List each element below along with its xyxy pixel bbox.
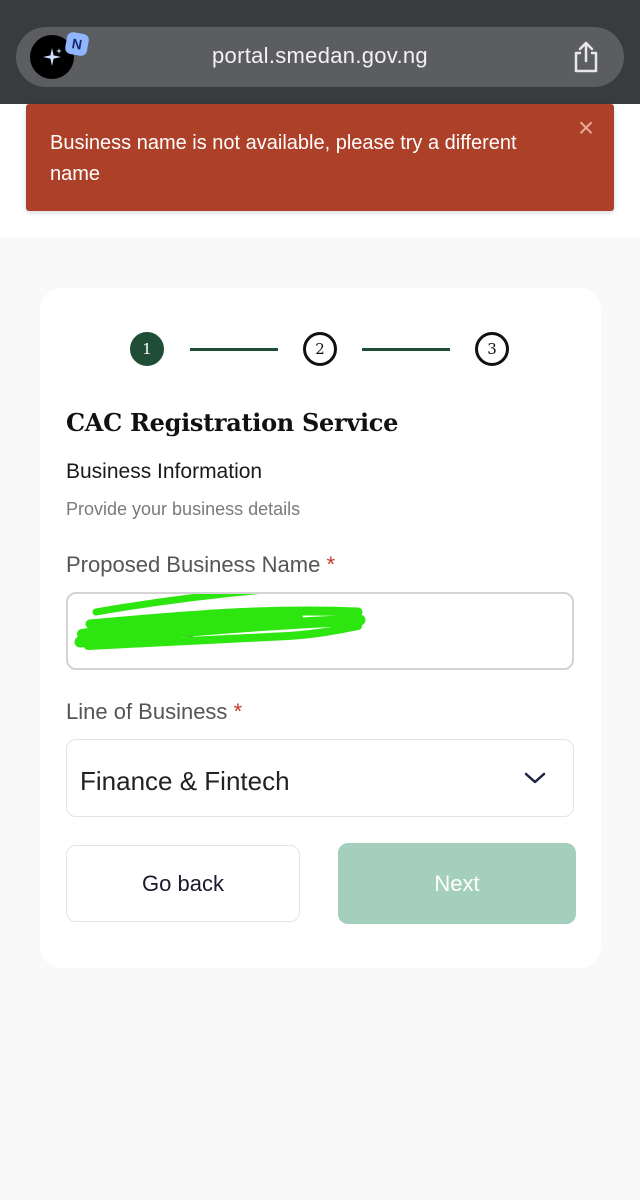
browser-bar: N portal.smedan.gov.ng xyxy=(0,0,640,104)
required-mark: * xyxy=(233,699,243,724)
step-connector xyxy=(190,348,278,351)
registration-card: 1 2 3 CAC Registration Service Business … xyxy=(40,288,601,968)
step-2: 2 xyxy=(303,332,337,366)
url-text[interactable]: portal.smedan.gov.ng xyxy=(16,43,624,69)
address-bar[interactable]: N portal.smedan.gov.ng xyxy=(16,27,624,87)
business-name-input[interactable]: A Ventures xyxy=(66,592,574,670)
section-helper: Provide your business details xyxy=(66,499,301,519)
redaction-scribble xyxy=(74,594,366,650)
step-1: 1 xyxy=(130,332,164,366)
close-icon[interactable]: × xyxy=(574,114,598,142)
chevron-down-icon xyxy=(524,772,546,784)
stepper: 1 2 3 xyxy=(130,332,510,368)
line-of-business-label: Line of Business * xyxy=(66,699,242,725)
line-of-business-label-text: Line of Business xyxy=(66,699,228,724)
required-mark: * xyxy=(326,552,336,577)
step-3: 3 xyxy=(475,332,509,366)
go-back-button[interactable]: Go back xyxy=(66,845,300,922)
page-title: CAC Registration Service xyxy=(66,408,399,437)
business-name-label: Proposed Business Name * xyxy=(66,552,335,578)
next-button[interactable]: Next xyxy=(338,843,576,924)
line-of-business-value: Finance & Fintech xyxy=(80,766,290,796)
share-icon[interactable] xyxy=(570,40,602,74)
step-connector xyxy=(362,348,450,351)
error-toast: Business name is not available, please t… xyxy=(26,104,614,211)
line-of-business-select[interactable]: Finance & Fintech xyxy=(66,739,574,817)
toast-message: Business name is not available, please t… xyxy=(50,132,517,185)
business-name-label-text: Proposed Business Name xyxy=(66,552,321,577)
section-title: Business Information xyxy=(66,460,263,483)
